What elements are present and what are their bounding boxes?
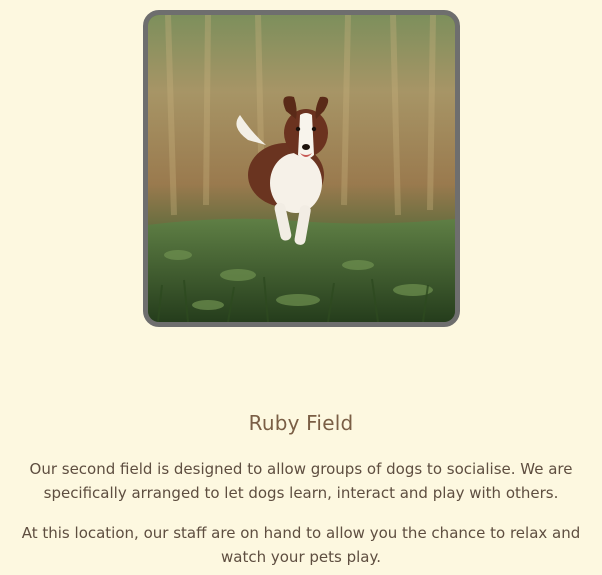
- field-staff-paragraph: At this location, our staff are on hand …: [21, 524, 581, 566]
- field-description-paragraph: Our second field is designed to allow gr…: [29, 460, 573, 502]
- dog-running-image: [148, 15, 455, 322]
- field-photo: [143, 10, 460, 327]
- field-title: Ruby Field: [248, 411, 354, 435]
